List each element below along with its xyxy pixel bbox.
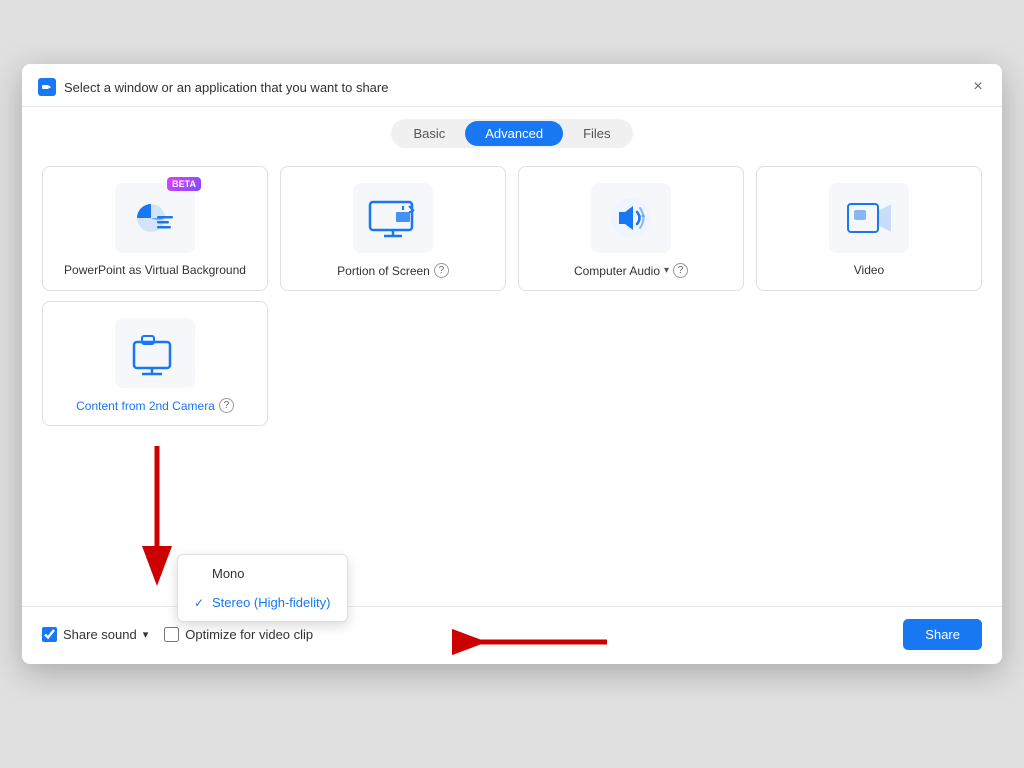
card-label-audio: Computer Audio ▾ ? xyxy=(574,263,688,278)
beta-badge: BETA xyxy=(167,177,201,191)
optimize-checkbox[interactable] xyxy=(164,627,179,642)
tab-files[interactable]: Files xyxy=(563,121,630,146)
camera-help-icon[interactable]: ? xyxy=(219,398,234,413)
share-sound-checkbox[interactable] xyxy=(42,627,57,642)
stereo-check-icon: ✓ xyxy=(194,596,206,610)
audio-chevron-icon[interactable]: ▾ xyxy=(664,265,669,276)
mono-label: Mono xyxy=(212,566,245,581)
tab-advanced[interactable]: Advanced xyxy=(465,121,563,146)
card-video[interactable]: Video xyxy=(756,166,982,291)
card-computer-audio[interactable]: Computer Audio ▾ ? xyxy=(518,166,744,291)
dialog-title: Select a window or an application that y… xyxy=(64,80,388,95)
card-label-camera: Content from 2nd Camera ? xyxy=(76,398,234,413)
tab-basic[interactable]: Basic xyxy=(393,121,465,146)
share-dialog: Select a window or an application that y… xyxy=(22,64,1002,664)
optimize-label: Optimize for video clip xyxy=(185,627,313,642)
tabs: Basic Advanced Files xyxy=(391,119,632,148)
card-icon-box-screen xyxy=(353,183,433,253)
mono-check-icon xyxy=(194,567,206,581)
portion-screen-help-icon[interactable]: ? xyxy=(434,263,449,278)
annotation-area xyxy=(22,436,1002,596)
card-label-video: Video xyxy=(854,263,884,277)
card-powerpoint[interactable]: BETA PowerPoint as Virtual Background xyxy=(42,166,268,291)
card-label-screen: Portion of Screen ? xyxy=(337,263,449,278)
stereo-label: Stereo (High-fidelity) xyxy=(212,595,331,610)
optimize-area: Optimize for video clip xyxy=(164,627,313,642)
grid-row-1: BETA PowerPoint as Virtual Background xyxy=(22,156,1002,301)
dialog-header: Select a window or an application that y… xyxy=(22,64,1002,107)
arrow-left-icon xyxy=(452,627,612,657)
arrow-left-annotation xyxy=(452,627,612,662)
share-button[interactable]: Share xyxy=(903,619,982,650)
card-icon-box-camera xyxy=(115,318,195,388)
card-icon-box-audio xyxy=(591,183,671,253)
card-icon-box-video xyxy=(829,183,909,253)
tabs-container: Basic Advanced Files xyxy=(22,107,1002,156)
dropdown-item-mono[interactable]: Mono xyxy=(178,559,347,588)
dialog-title-area: Select a window or an application that y… xyxy=(38,78,388,96)
card-label-powerpoint: PowerPoint as Virtual Background xyxy=(64,263,246,277)
dropdown-item-stereo[interactable]: ✓ Stereo (High-fidelity) xyxy=(178,588,347,617)
dropdown-menu: Mono ✓ Stereo (High-fidelity) xyxy=(177,554,348,622)
grid-row-2: Content from 2nd Camera ? xyxy=(22,301,1002,436)
card-icon-box-powerpoint: BETA xyxy=(115,183,195,253)
audio-help-icon[interactable]: ? xyxy=(673,263,688,278)
share-sound-label: Share sound xyxy=(63,627,137,642)
card-portion-screen[interactable]: Portion of Screen ? xyxy=(280,166,506,291)
card-camera[interactable]: Content from 2nd Camera ? xyxy=(42,301,268,426)
share-sound-area: Share sound ▾ xyxy=(42,627,148,642)
close-button[interactable]: × xyxy=(970,79,986,95)
arrow-down-icon xyxy=(137,436,177,586)
share-sound-chevron-icon[interactable]: ▾ xyxy=(143,628,149,641)
zoom-logo-icon xyxy=(38,78,56,96)
